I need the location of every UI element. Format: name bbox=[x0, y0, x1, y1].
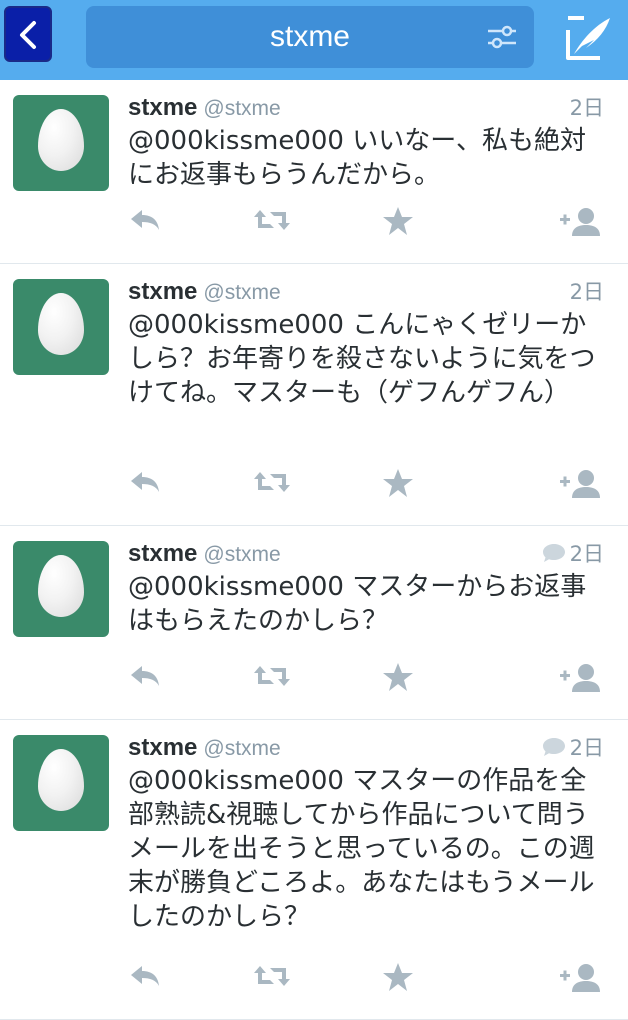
tweet-item[interactable]: stxme @stxme 2日 @000kissme000 マスターからお返事はもらえ… bbox=[0, 526, 628, 720]
tweet-header: stxme @stxme 2日 bbox=[128, 276, 604, 308]
reply-icon[interactable] bbox=[128, 206, 162, 246]
tweet-author-handle: @stxme bbox=[203, 737, 281, 760]
avatar[interactable] bbox=[13, 95, 109, 191]
retweet-icon[interactable] bbox=[252, 206, 292, 246]
favorite-star-icon[interactable] bbox=[382, 206, 414, 246]
tweet-timestamp: 2日 bbox=[569, 96, 604, 120]
tweet-actions bbox=[128, 206, 608, 246]
tweet-header: stxme @stxme 2日 bbox=[128, 92, 604, 124]
follow-add-icon[interactable] bbox=[558, 962, 604, 1002]
tweet-text: @000kissme000 いいなー、私も絶対にお返事もらうんだから。 bbox=[128, 126, 586, 190]
sliders-icon[interactable] bbox=[486, 22, 518, 52]
tweet-timestamp: 2日 bbox=[569, 280, 604, 304]
tweet-item[interactable]: stxme @stxme 2日 @000kissme000 こんにゃくゼリーかしら？お… bbox=[0, 264, 628, 526]
retweet-icon[interactable] bbox=[252, 662, 292, 702]
tweet-actions bbox=[128, 662, 608, 702]
default-egg-avatar-icon bbox=[38, 293, 84, 355]
tweet-actions bbox=[128, 468, 608, 508]
retweet-icon[interactable] bbox=[252, 962, 292, 1002]
tweet-author-handle: @stxme bbox=[203, 97, 281, 120]
avatar[interactable] bbox=[13, 279, 109, 375]
tweet-meta: 2日 bbox=[570, 276, 604, 308]
tweet-timestamp: 2日 bbox=[569, 736, 604, 760]
favorite-star-icon[interactable] bbox=[382, 962, 414, 1002]
tweet-author-handle: @stxme bbox=[203, 543, 281, 566]
tweet-item[interactable]: stxme @stxme 2日 @000kissme000 いいなー、私も絶対にお返事… bbox=[0, 80, 628, 264]
tweet-item[interactable]: stxme @stxme 2日 @000kissme000 マスターの作品を全部熟読&… bbox=[0, 720, 628, 1020]
tweet-author-name[interactable]: stxme bbox=[128, 734, 197, 761]
tweet-text: @000kissme000 マスターの作品を全部熟読&視聴してから作品について問… bbox=[128, 766, 595, 932]
tweet-header: stxme @stxme 2日 bbox=[128, 732, 604, 764]
tweet-text: @000kissme000 マスターからお返事はもらえたのかしら？ bbox=[128, 572, 587, 636]
retweet-icon[interactable] bbox=[252, 468, 292, 508]
tweet-author-name[interactable]: stxme bbox=[128, 94, 197, 121]
page-title: stxme bbox=[269, 20, 350, 53]
default-egg-avatar-icon bbox=[38, 109, 84, 171]
favorite-star-icon[interactable] bbox=[382, 662, 414, 702]
tweet-meta: 2日 bbox=[542, 732, 604, 766]
tweet-author-name[interactable]: stxme bbox=[128, 540, 197, 567]
tweet-actions bbox=[128, 962, 608, 1002]
compose-quill-icon[interactable] bbox=[560, 10, 616, 66]
default-egg-avatar-icon bbox=[38, 749, 84, 811]
back-button[interactable] bbox=[4, 6, 52, 62]
tweet-meta: 2日 bbox=[570, 92, 604, 124]
tweet-timestamp: 2日 bbox=[569, 542, 604, 566]
reply-icon[interactable] bbox=[128, 468, 162, 508]
favorite-star-icon[interactable] bbox=[382, 468, 414, 508]
follow-add-icon[interactable] bbox=[558, 206, 604, 246]
tweet-author-handle: @stxme bbox=[203, 281, 281, 304]
chevron-left-icon bbox=[20, 21, 36, 49]
avatar[interactable] bbox=[13, 541, 109, 637]
search-title-box[interactable]: stxme bbox=[86, 6, 534, 68]
tweet-timeline: stxme @stxme 2日 @000kissme000 いいなー、私も絶対にお返事… bbox=[0, 80, 628, 1020]
tweet-header: stxme @stxme 2日 bbox=[128, 538, 604, 570]
default-egg-avatar-icon bbox=[38, 555, 84, 617]
reply-icon[interactable] bbox=[128, 962, 162, 1002]
avatar[interactable] bbox=[13, 735, 109, 831]
tweet-author-name[interactable]: stxme bbox=[128, 278, 197, 305]
follow-add-icon[interactable] bbox=[558, 468, 604, 508]
top-navigation-bar: stxme bbox=[0, 0, 628, 80]
tweet-text: @000kissme000 こんにゃくゼリーかしら？お年寄りを殺さないように気を… bbox=[128, 310, 596, 408]
conversation-bubble-icon bbox=[542, 734, 566, 766]
tweet-meta: 2日 bbox=[542, 538, 604, 572]
reply-icon[interactable] bbox=[128, 662, 162, 702]
conversation-bubble-icon bbox=[542, 540, 566, 572]
follow-add-icon[interactable] bbox=[558, 662, 604, 702]
